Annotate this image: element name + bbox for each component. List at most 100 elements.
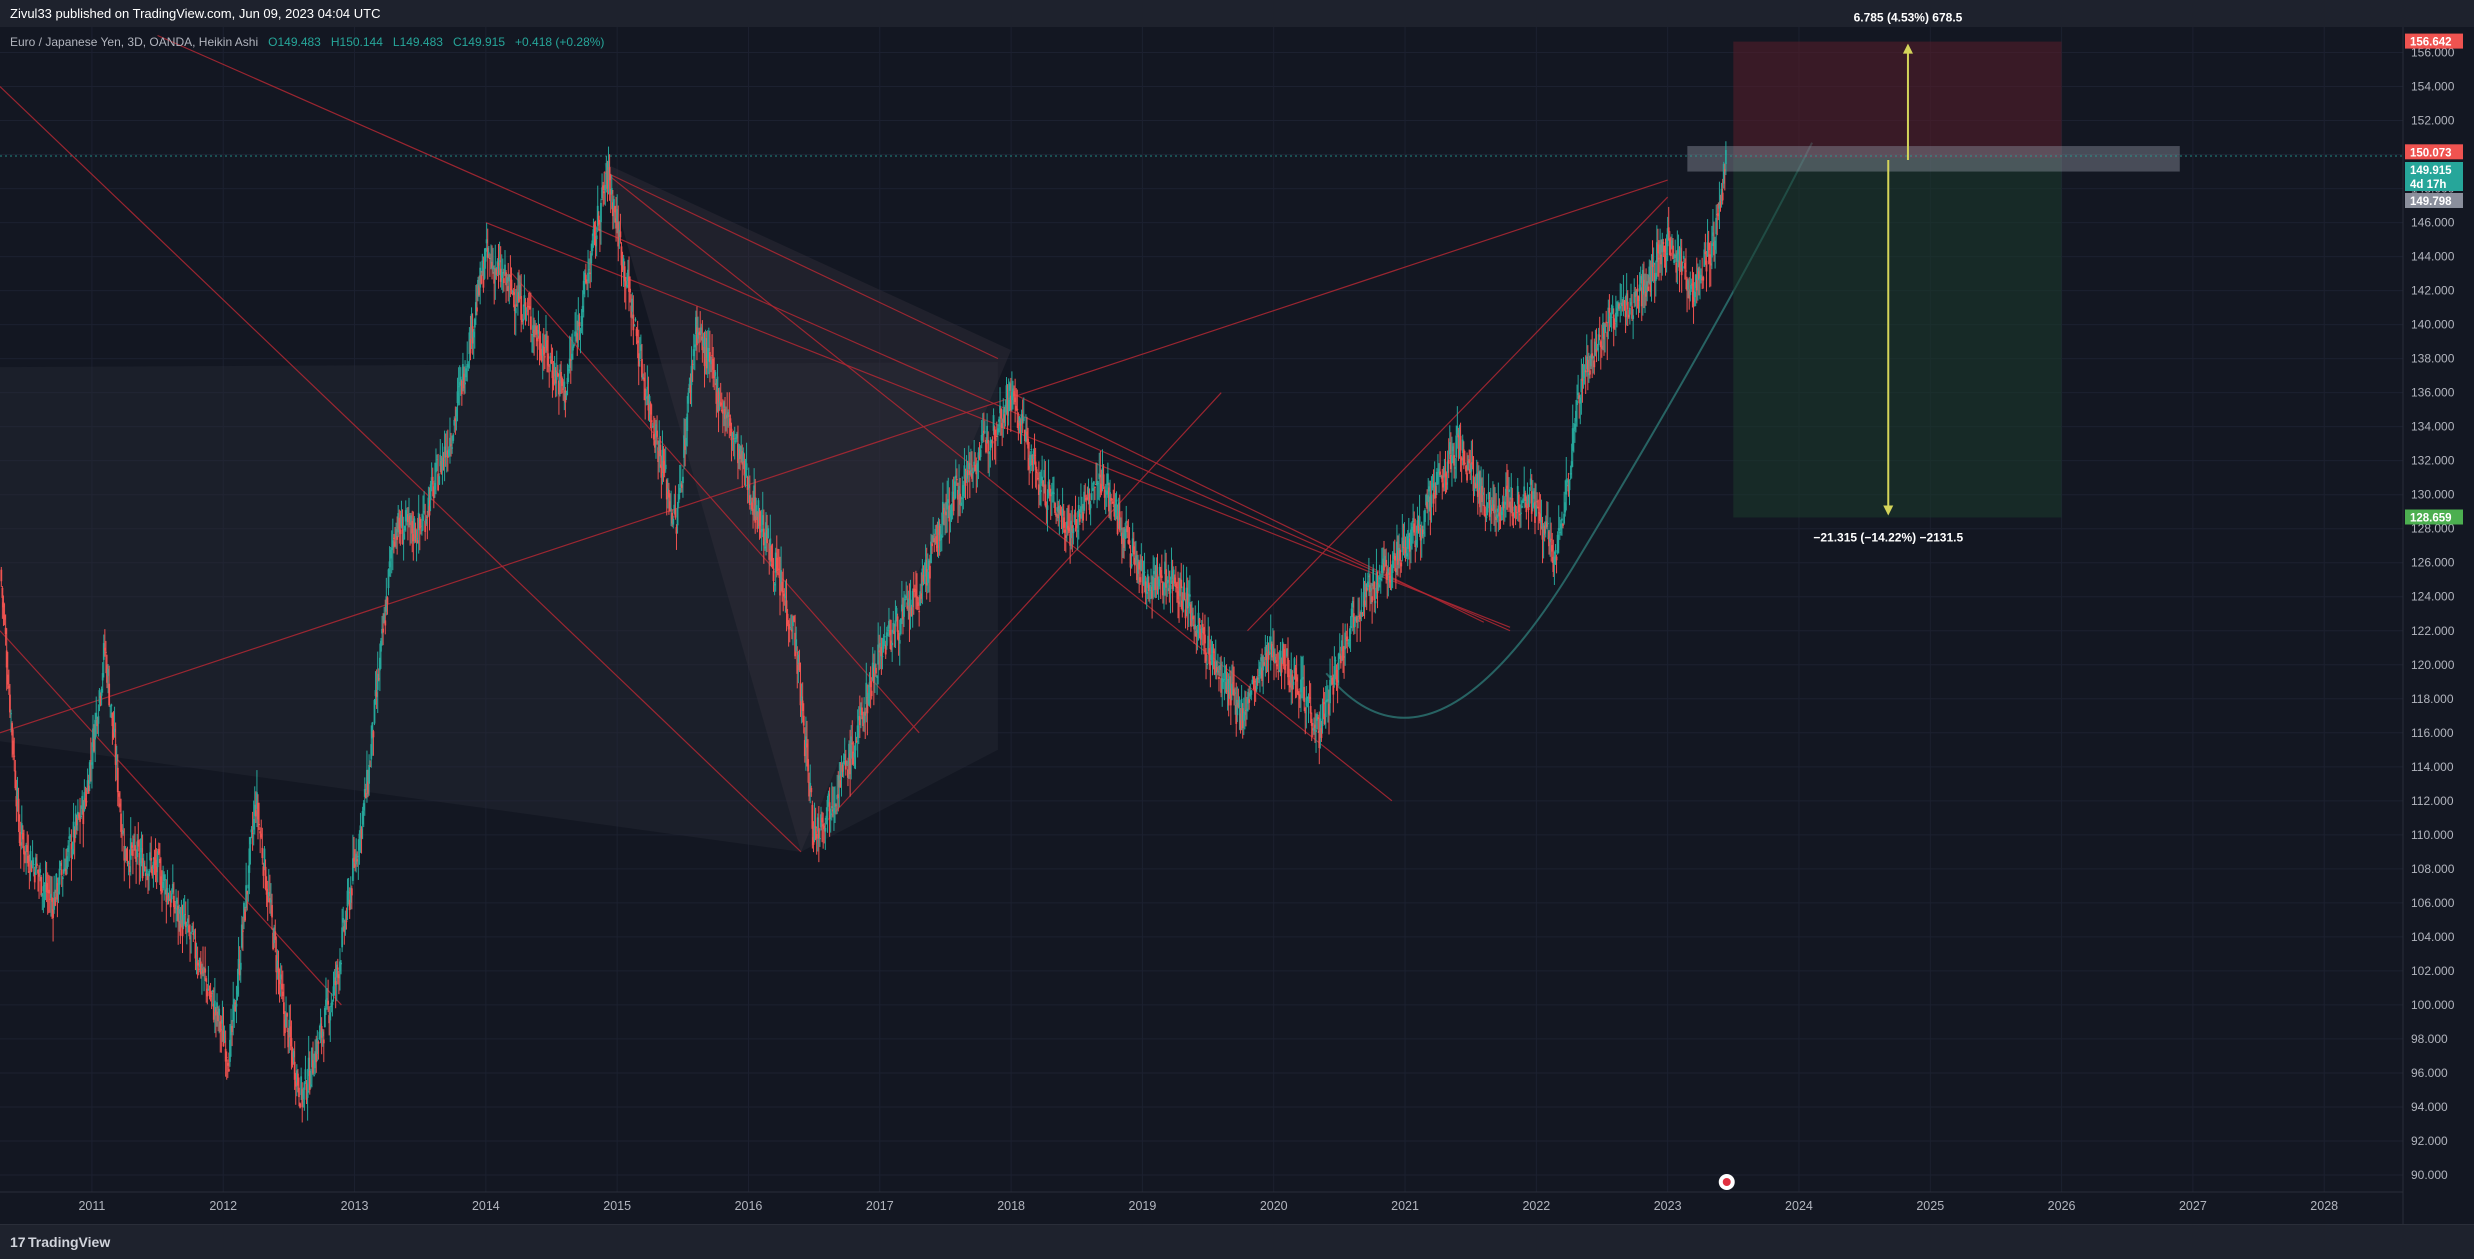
- candle-body: [1035, 469, 1038, 474]
- candle-body: [634, 319, 637, 321]
- candle-body: [105, 651, 107, 653]
- candle-body: [399, 529, 402, 535]
- candle-body: [1418, 516, 1421, 527]
- candle-body: [802, 715, 805, 726]
- candle-body: [931, 543, 933, 547]
- candle-body: [682, 476, 684, 484]
- candle-body: [80, 815, 83, 818]
- entry-price-tag: 149.798: [2410, 196, 2452, 208]
- candle-body: [1593, 360, 1596, 368]
- y-tick-label: 90.000: [2411, 1168, 2448, 1182]
- candle-body: [547, 353, 550, 366]
- y-tick-label: 138.000: [2411, 352, 2455, 366]
- x-tick-label: 2019: [1129, 1199, 1157, 1213]
- y-tick-label: 104.000: [2411, 930, 2455, 944]
- candle-body: [205, 978, 208, 982]
- y-tick-label: 98.000: [2411, 1032, 2448, 1046]
- candle-body: [258, 823, 260, 825]
- candle-body: [1685, 270, 1687, 272]
- x-tick-label: 2025: [1916, 1199, 1944, 1213]
- candle-body: [327, 1000, 330, 1005]
- x-tick-label: 2011: [78, 1199, 105, 1213]
- x-tick-label: 2018: [997, 1199, 1025, 1213]
- candle-body: [13, 755, 16, 757]
- candle-body: [895, 607, 898, 615]
- candle-body: [32, 864, 35, 866]
- candle-body: [514, 308, 517, 314]
- candle-body: [1218, 676, 1220, 680]
- stop-price-tag: 156.642: [2410, 37, 2452, 49]
- candle-body: [619, 231, 622, 238]
- candle-body: [340, 962, 342, 965]
- candle-body: [1128, 540, 1131, 544]
- candle-body: [317, 1041, 320, 1044]
- y-tick-label: 92.000: [2411, 1134, 2448, 1148]
- candle-body: [686, 413, 689, 431]
- resistance-zone[interactable]: [1687, 146, 2180, 172]
- candle-body: [322, 1039, 325, 1044]
- candle-body: [687, 392, 690, 404]
- candle-body: [1424, 509, 1426, 522]
- candle-body: [1669, 252, 1672, 256]
- candle-body: [529, 316, 532, 330]
- candle-body: [1576, 400, 1578, 406]
- y-tick-label: 118.000: [2411, 692, 2454, 706]
- candle-body: [633, 325, 636, 327]
- candle-body: [1016, 408, 1019, 411]
- candle-body: [1102, 474, 1105, 486]
- candle-body: [1000, 408, 1003, 419]
- candle-body: [578, 322, 581, 327]
- candle-body: [1447, 459, 1450, 464]
- candle-body: [1315, 730, 1317, 732]
- candle-body: [39, 869, 42, 873]
- x-tick-label: 2023: [1654, 1199, 1682, 1213]
- candle-body: [1554, 550, 1557, 554]
- y-tick-label: 100.000: [2411, 998, 2455, 1012]
- y-tick-label: 132.000: [2411, 454, 2455, 468]
- candle-body: [218, 1008, 221, 1016]
- candle-body: [659, 444, 662, 457]
- x-tick-label: 2016: [735, 1199, 763, 1213]
- candle-body: [1430, 494, 1433, 508]
- candle-body: [225, 1057, 228, 1059]
- candle-body: [110, 704, 113, 707]
- candle-body: [807, 759, 809, 772]
- candle-body: [1353, 622, 1356, 627]
- candle-body: [1705, 260, 1708, 272]
- candle-body: [600, 202, 602, 223]
- candle-body: [0, 569, 3, 582]
- candle-body: [824, 827, 827, 832]
- candle-body: [1610, 316, 1613, 318]
- candle-body: [476, 307, 478, 312]
- price-chart[interactable]: 6.785 (4.53%) 678.5 −21.315 (−14.22%) −21…: [0, 0, 2474, 1224]
- candle-body: [1292, 681, 1295, 686]
- candle-body: [116, 767, 119, 793]
- candle-body: [97, 716, 100, 724]
- candle-body: [1561, 518, 1563, 521]
- stop-loss-zone[interactable]: [1733, 41, 2062, 158]
- candle-body: [372, 731, 375, 738]
- candle-body: [984, 431, 986, 433]
- candle-body: [286, 1013, 289, 1017]
- take-profit-zone[interactable]: [1733, 157, 2062, 518]
- candle-body: [1089, 504, 1092, 509]
- y-tick-label: 144.000: [2411, 250, 2455, 264]
- candle-body: [1626, 301, 1629, 310]
- candle-body: [767, 528, 770, 539]
- candle-body: [261, 847, 264, 858]
- candle-body: [1250, 690, 1253, 695]
- candle-body: [1092, 481, 1095, 485]
- candle-body: [350, 888, 353, 896]
- tradingview-logo[interactable]: 17 TradingView: [10, 1234, 110, 1250]
- candle-body: [1090, 493, 1093, 500]
- candle-body: [1180, 579, 1183, 589]
- x-tick-label: 2021: [1391, 1199, 1419, 1213]
- y-tick-label: 140.000: [2411, 318, 2455, 332]
- candle-body: [638, 360, 641, 362]
- footer-bar: 17 TradingView: [0, 1224, 2474, 1259]
- candle-body: [632, 314, 635, 331]
- candle-body: [503, 278, 505, 284]
- y-tick-label: 102.000: [2411, 964, 2455, 978]
- candle-body: [1206, 663, 1209, 666]
- candle-body: [150, 858, 153, 861]
